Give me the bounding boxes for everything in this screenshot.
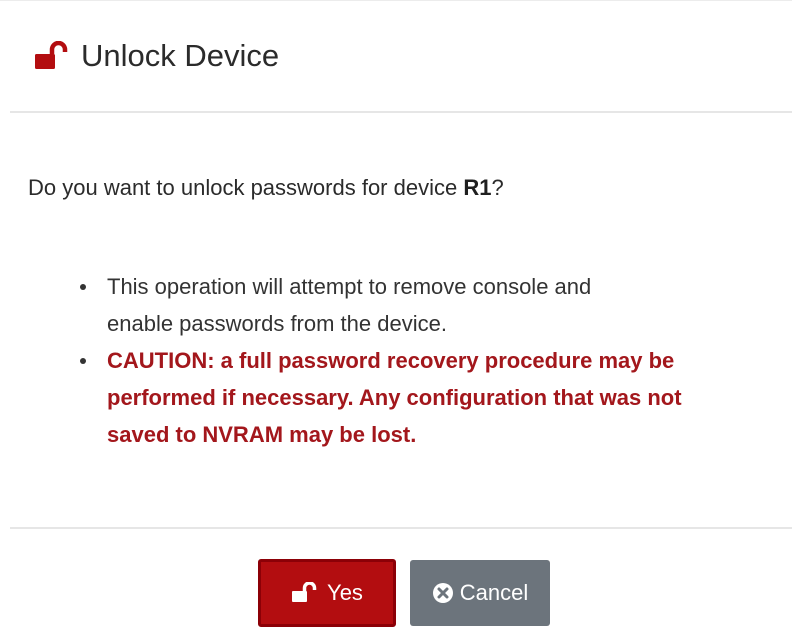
note-line: enable passwords from the device. [107, 311, 447, 336]
caution-line: performed if necessary. Any configuratio… [107, 385, 682, 410]
unlock-icon [33, 41, 69, 71]
caution-item: CAUTION: a full password recovery proced… [80, 342, 792, 453]
dialog-footer: Yes Cancel [10, 527, 792, 639]
note-item: This operation will attempt to remove co… [80, 268, 792, 342]
caution-line: CAUTION: a full password recovery proced… [107, 348, 675, 373]
cancel-button-label: Cancel [459, 580, 529, 605]
caution-line: saved to NVRAM may be lost. [107, 422, 417, 447]
cancel-button[interactable]: Cancel [410, 560, 550, 626]
yes-button-label: Yes [327, 580, 363, 605]
dialog-body: Do you want to unlock passwords for devi… [28, 113, 792, 527]
device-name: R1 [463, 175, 492, 200]
unlock-question: Do you want to unlock passwords for devi… [28, 175, 504, 201]
yes-button[interactable]: Yes [258, 559, 396, 627]
notes-list: This operation will attempt to remove co… [28, 268, 792, 453]
question-prefix: Do you want to unlock passwords for devi… [28, 175, 464, 200]
close-circle-icon [432, 582, 454, 604]
question-suffix: ? [491, 175, 504, 200]
unlock-icon [291, 582, 321, 604]
note-line: This operation will attempt to remove co… [107, 274, 592, 299]
dialog-title: Unlock Device [81, 38, 280, 73]
unlock-device-dialog: Unlock Device Do you want to unlock pass… [0, 0, 792, 639]
dialog-header: Unlock Device [10, 1, 792, 113]
